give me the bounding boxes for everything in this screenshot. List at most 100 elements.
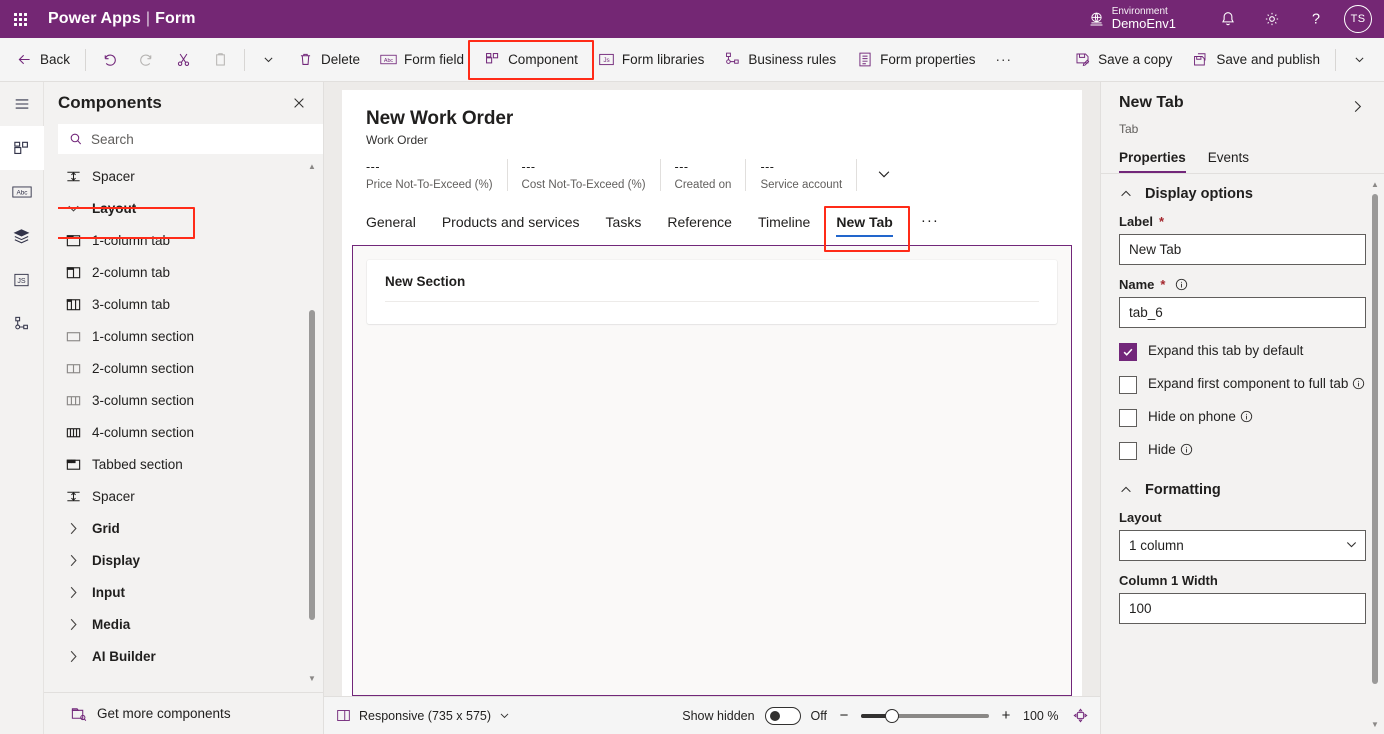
info-icon[interactable] <box>1352 377 1365 390</box>
show-hidden-toggle[interactable] <box>764 706 801 725</box>
back-button[interactable]: Back <box>6 44 80 76</box>
save-and-publish-button[interactable]: Save and publish <box>1182 44 1330 76</box>
business-rules-button[interactable]: Business rules <box>714 44 846 76</box>
info-icon[interactable] <box>1180 443 1193 456</box>
component-list-item[interactable]: Display <box>58 544 323 576</box>
property-checkbox-row[interactable]: Expand first component to full tab <box>1119 375 1366 394</box>
component-list-item[interactable]: 3-column section <box>58 384 323 416</box>
cut-button[interactable] <box>165 44 202 76</box>
properties-tab-properties[interactable]: Properties <box>1119 144 1186 173</box>
fit-to-screen-icon[interactable] <box>1073 708 1088 723</box>
component-list-item[interactable]: 1-column tab <box>58 224 323 256</box>
tab-body-selected[interactable]: New Section <box>352 245 1072 696</box>
form-tab[interactable]: Reference <box>667 214 732 237</box>
name-input[interactable] <box>1119 297 1366 328</box>
info-icon[interactable] <box>1175 278 1188 291</box>
form-libraries-button[interactable]: Js Form libraries <box>588 44 715 76</box>
close-icon[interactable] <box>285 89 313 117</box>
paste-button[interactable] <box>202 44 239 76</box>
layout-select[interactable]: 1 column <box>1119 530 1366 561</box>
form-header-field[interactable]: --- Price Not-To-Exceed (%) <box>366 159 508 191</box>
component-list-item[interactable]: 3-column tab <box>58 288 323 320</box>
zoom-in-button[interactable]: + <box>999 707 1013 724</box>
zoom-slider[interactable] <box>861 708 989 723</box>
column1-width-input[interactable] <box>1119 593 1366 624</box>
form-properties-button[interactable]: Form properties <box>846 44 985 76</box>
component-list-item[interactable]: 4-column section <box>58 416 323 448</box>
help-icon[interactable]: ? <box>1294 0 1338 38</box>
zoom-out-button[interactable]: − <box>837 707 851 724</box>
search-input[interactable] <box>91 125 322 153</box>
sidebar-item-business-rules[interactable] <box>0 302 44 346</box>
form-tab[interactable]: Timeline <box>758 214 810 237</box>
property-checkbox-row[interactable]: Hide on phone <box>1119 408 1366 427</box>
component-list-item[interactable]: Tabbed section <box>58 448 323 480</box>
responsive-size-picker[interactable]: Responsive (735 x 575) <box>336 708 510 723</box>
zoom-slider-thumb[interactable] <box>885 708 899 723</box>
components-search[interactable] <box>58 124 323 154</box>
notifications-icon[interactable] <box>1206 0 1250 38</box>
checkbox[interactable] <box>1119 343 1137 361</box>
component-list-item[interactable]: 2-column tab <box>58 256 323 288</box>
component-list-item[interactable]: Layout <box>58 192 323 224</box>
component-list-item[interactable]: 2-column section <box>58 352 323 384</box>
component-list-item[interactable]: Grid <box>58 512 323 544</box>
property-checkbox-row[interactable]: Expand this tab by default <box>1119 342 1366 361</box>
form-header-field[interactable]: --- Cost Not-To-Exceed (%) <box>508 159 661 191</box>
get-more-components-button[interactable]: Get more components <box>44 692 323 734</box>
checkbox[interactable] <box>1119 442 1137 460</box>
scroll-up-icon[interactable]: ▲ <box>307 160 317 172</box>
form-header-field[interactable]: --- Service account <box>746 159 858 191</box>
form-tab[interactable]: General <box>366 214 416 237</box>
form-tab-active[interactable]: New Tab <box>836 214 893 237</box>
chevron-down-icon[interactable] <box>499 710 510 721</box>
environment-picker[interactable]: Environment DemoEnv1 <box>1088 6 1176 32</box>
sidebar-item-menu[interactable] <box>0 82 44 126</box>
display-options-section-header[interactable]: Display options <box>1119 186 1366 202</box>
component-list-item[interactable]: Input <box>58 576 323 608</box>
scrollbar-thumb[interactable] <box>1372 194 1378 684</box>
chevron-down-icon[interactable] <box>871 161 897 187</box>
checkbox[interactable] <box>1119 409 1137 427</box>
redo-button[interactable] <box>128 44 165 76</box>
label-input[interactable] <box>1119 234 1366 265</box>
gear-icon[interactable] <box>1250 0 1294 38</box>
form-tab[interactable]: Products and services <box>442 214 580 237</box>
form-header-field[interactable]: --- Created on <box>661 159 747 191</box>
form-field-button[interactable]: Abc Form field <box>370 44 474 76</box>
component-button[interactable]: Component <box>474 44 588 76</box>
properties-tab-events[interactable]: Events <box>1208 144 1249 173</box>
clipboard-more-chevron[interactable] <box>250 44 287 76</box>
sidebar-item-form-libraries[interactable]: JS <box>0 258 44 302</box>
scrollbar-thumb[interactable] <box>309 310 315 620</box>
form-tabs-overflow[interactable]: ··· <box>921 212 939 237</box>
brand-title[interactable]: Power Apps | Form <box>48 10 196 28</box>
component-list-item[interactable]: 1-column section <box>58 320 323 352</box>
undo-button[interactable] <box>91 44 128 76</box>
components-scrollbar[interactable]: ▲ ▼ <box>307 160 317 692</box>
sidebar-item-layers[interactable] <box>0 214 44 258</box>
info-icon[interactable] <box>1240 410 1253 423</box>
app-launcher-icon[interactable] <box>0 0 40 38</box>
save-a-copy-button[interactable]: Save a copy <box>1064 44 1182 76</box>
save-options-chevron[interactable] <box>1341 44 1378 76</box>
command-overflow-button[interactable]: ··· <box>985 44 1022 76</box>
sidebar-item-form-fields[interactable]: Abc <box>0 170 44 214</box>
component-list-item[interactable]: AI Builder <box>58 640 323 672</box>
checkbox[interactable] <box>1119 376 1137 394</box>
formatting-section-header[interactable]: Formatting <box>1119 482 1366 498</box>
sidebar-item-components[interactable] <box>0 126 44 170</box>
component-list-item[interactable]: Media <box>58 608 323 640</box>
properties-scrollbar[interactable]: ▲ ▼ <box>1370 178 1380 730</box>
chevron-right-icon[interactable] <box>1344 94 1370 118</box>
delete-button[interactable]: Delete <box>287 44 370 76</box>
form-tab[interactable]: Tasks <box>606 214 642 237</box>
scroll-down-icon[interactable]: ▼ <box>1370 718 1380 730</box>
avatar[interactable]: TS <box>1344 5 1372 33</box>
component-list-item[interactable]: Spacer <box>58 160 323 192</box>
scroll-down-icon[interactable]: ▼ <box>307 672 317 684</box>
scroll-up-icon[interactable]: ▲ <box>1370 178 1380 190</box>
components-list[interactable]: Spacer Layout 1-column tab 2-column tab 3-co… <box>58 154 323 692</box>
form-section[interactable]: New Section <box>367 260 1057 324</box>
component-list-item[interactable]: Spacer <box>58 480 323 512</box>
